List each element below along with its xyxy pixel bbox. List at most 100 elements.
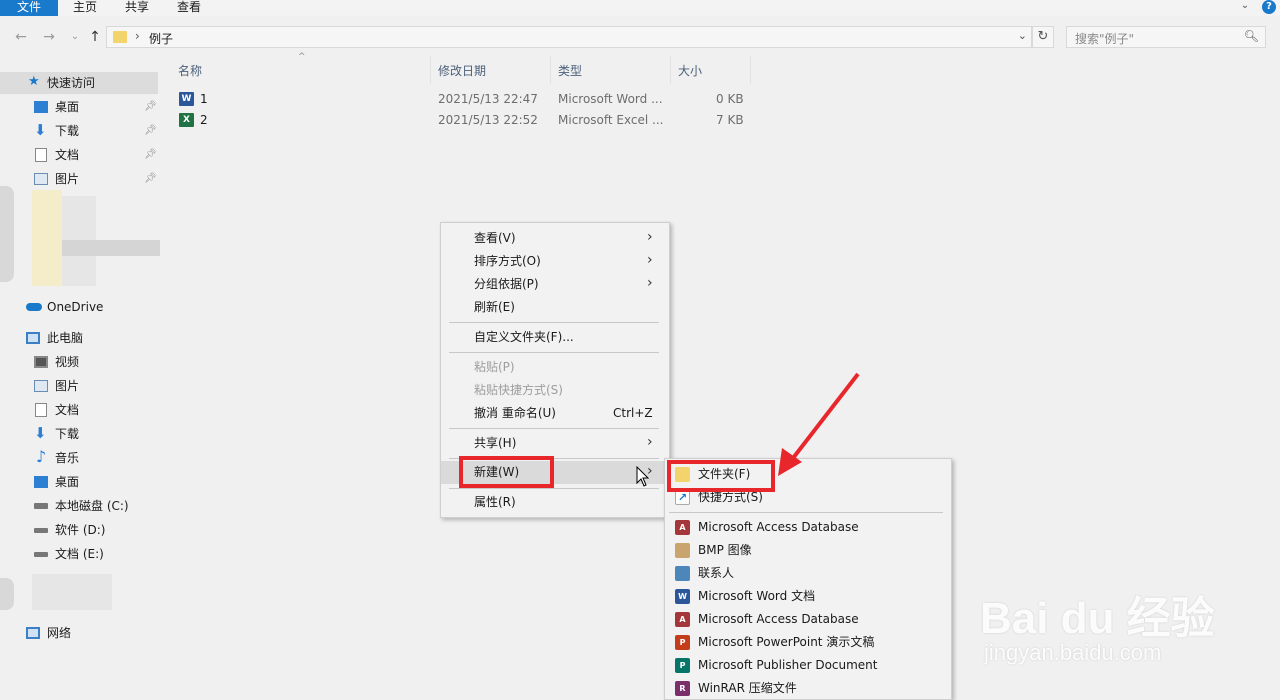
file-modified: 2021/5/13 22:52 [438, 113, 538, 127]
address-bar[interactable]: › 例子 ⌄ [106, 26, 1032, 48]
menu-separator [669, 512, 943, 513]
breadcrumb-current[interactable]: 例子 [149, 30, 173, 47]
chevron-right-icon: › [647, 229, 653, 245]
tab-file[interactable]: 文件 [0, 0, 58, 16]
up-arrow-icon[interactable]: ↑ [86, 28, 104, 46]
sidebar-item-documents[interactable]: 文档 📌︎ [0, 144, 158, 166]
tab-view[interactable]: 查看 [174, 0, 204, 16]
menu-item-paste-shortcut: 粘贴快捷方式(S) [441, 379, 669, 402]
sidebar-item-network[interactable]: 网络 [0, 622, 158, 644]
menu-separator [449, 428, 659, 429]
menu-item-share[interactable]: 共享(H) › [441, 432, 669, 455]
file-type: Microsoft Excel ... [558, 113, 664, 127]
refresh-icon[interactable]: ↻ [1032, 26, 1054, 48]
sidebar-item-this-pc[interactable]: 此电脑 [0, 327, 158, 349]
sidebar-label: 快速访问 [47, 76, 96, 90]
column-divider[interactable] [750, 56, 751, 84]
expand-ribbon-icon[interactable]: ⌄ [1238, 0, 1252, 14]
search-placeholder: 搜索"例子" [1075, 32, 1135, 46]
menu-item-sort[interactable]: 排序方式(O) › [441, 250, 669, 273]
menu-item-customize-folder[interactable]: 自定义文件夹(F)... [441, 326, 669, 349]
pin-icon: 📌︎ [144, 101, 157, 112]
column-header-size[interactable]: 大小 [678, 62, 702, 80]
column-divider[interactable] [550, 56, 551, 84]
sidebar-label: 桌面 [55, 475, 80, 489]
file-modified: 2021/5/13 22:47 [438, 92, 538, 106]
column-header-type[interactable]: 类型 [558, 62, 582, 80]
column-divider[interactable] [670, 56, 671, 84]
file-type: Microsoft Word ... [558, 92, 663, 106]
watermark-url: jingyan.baidu.com [984, 640, 1162, 665]
help-icon[interactable]: ? [1262, 0, 1276, 14]
network-icon [26, 627, 40, 639]
sidebar-item-music[interactable]: ♪ 音乐 [0, 447, 158, 469]
sidebar-item-downloads-pc[interactable]: ⬇ 下载 [0, 423, 158, 445]
word-icon: W [675, 589, 690, 604]
sidebar-label: 本地磁盘 (C:) [55, 499, 129, 513]
file-row[interactable]: X 2 2021/5/13 22:52 Microsoft Excel ... … [176, 110, 756, 130]
sidebar-label: 文档 (E:) [55, 547, 104, 561]
sidebar-item-quick-access[interactable]: ★ 快速访问 [0, 72, 158, 94]
menu-label: 粘贴(P) [474, 360, 515, 374]
tab-share[interactable]: 共享 [122, 0, 152, 16]
submenu-item-publisher[interactable]: P Microsoft Publisher Document [665, 654, 951, 677]
sidebar-item-downloads[interactable]: ⬇ 下载 📌︎ [0, 120, 158, 142]
video-icon [34, 356, 48, 368]
star-icon: ★ [28, 74, 40, 89]
submenu-label: Microsoft Access Database [698, 520, 859, 534]
address-dropdown-icon[interactable]: ⌄ [1018, 29, 1027, 42]
access-icon: A [675, 612, 690, 627]
sidebar-item-drive-e[interactable]: 文档 (E:) [0, 543, 158, 565]
pin-icon: 📌︎ [144, 173, 157, 184]
submenu-label: 联系人 [698, 566, 735, 580]
highlight-box-new [459, 456, 554, 488]
submenu-item-winrar[interactable]: R WinRAR 压缩文件 [665, 677, 951, 700]
sidebar-item-onedrive[interactable]: OneDrive [0, 296, 158, 318]
menu-label: 自定义文件夹(F)... [474, 330, 574, 344]
menu-separator [449, 352, 659, 353]
menu-item-view[interactable]: 查看(V) › [441, 227, 669, 250]
sidebar-item-desktop-pc[interactable]: 桌面 [0, 471, 158, 493]
submenu-item-word[interactable]: W Microsoft Word 文档 [665, 585, 951, 608]
menu-item-paste: 粘贴(P) [441, 356, 669, 379]
sidebar-item-videos[interactable]: 视频 [0, 351, 158, 373]
winrar-icon: R [675, 681, 690, 696]
submenu-item-contact[interactable]: 联系人 [665, 562, 951, 585]
file-name: 1 [200, 92, 208, 106]
sidebar-item-documents-pc[interactable]: 文档 [0, 399, 158, 421]
back-arrow-icon[interactable]: ← [12, 28, 30, 46]
menu-separator [449, 488, 659, 489]
sidebar-item-desktop[interactable]: 桌面 📌︎ [0, 96, 158, 118]
menu-item-properties[interactable]: 属性(R) [441, 491, 669, 514]
sidebar-label: 图片 [55, 379, 80, 393]
file-row[interactable]: W 1 2021/5/13 22:47 Microsoft Word ... 0… [176, 89, 756, 109]
sidebar-item-pictures-pc[interactable]: 图片 [0, 375, 158, 397]
menu-label: 共享(H) [474, 436, 517, 450]
folder-icon [113, 31, 127, 43]
menu-label: 查看(V) [474, 231, 516, 245]
menu-item-undo-rename[interactable]: 撤消 重命名(U) Ctrl+Z [441, 402, 669, 425]
tab-home[interactable]: 主页 [70, 0, 100, 16]
menu-item-group[interactable]: 分组依据(P) › [441, 273, 669, 296]
submenu-item-access-2[interactable]: A Microsoft Access Database [665, 608, 951, 631]
column-header-name[interactable]: 名称 [178, 62, 202, 80]
search-icon[interactable]: 🔍︎ [1244, 29, 1259, 43]
sidebar-item-drive-d[interactable]: 软件 (D:) [0, 519, 158, 541]
menu-item-refresh[interactable]: 刷新(E) [441, 296, 669, 319]
submenu-label: Microsoft Publisher Document [698, 658, 878, 672]
sidebar-item-drive-c[interactable]: 本地磁盘 (C:) [0, 495, 158, 517]
submenu-item-access[interactable]: A Microsoft Access Database [665, 516, 951, 539]
column-header-modified[interactable]: 修改日期 [438, 62, 486, 80]
submenu-item-bmp[interactable]: BMP 图像 [665, 539, 951, 562]
column-divider[interactable] [430, 56, 431, 84]
watermark-logo: Bai du 经验 [980, 594, 1215, 643]
computer-icon [26, 332, 40, 344]
submenu-label: Microsoft Access Database [698, 612, 859, 626]
contact-icon [675, 566, 690, 581]
drive-icon [34, 552, 48, 557]
recent-locations-icon[interactable]: ⌄ [66, 28, 84, 46]
forward-arrow-icon[interactable]: → [40, 28, 58, 46]
submenu-item-powerpoint[interactable]: P Microsoft PowerPoint 演示文稿 [665, 631, 951, 654]
sidebar-item-pictures[interactable]: 图片 📌︎ [0, 168, 158, 190]
search-box[interactable]: 搜索"例子" 🔍︎ [1066, 26, 1266, 48]
